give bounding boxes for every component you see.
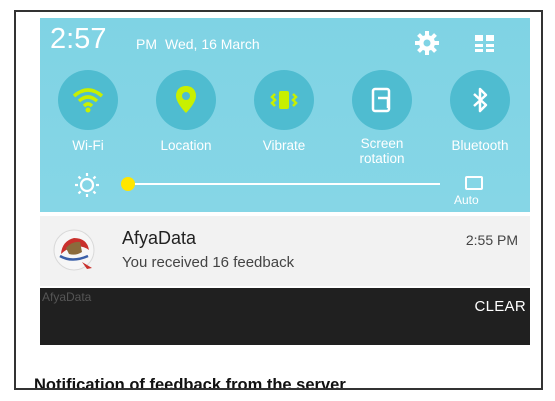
toggle-vibrate-label: Vibrate — [262, 138, 306, 153]
gear-icon[interactable] — [414, 30, 440, 56]
brightness-sun-icon — [75, 173, 99, 197]
wifi-icon — [72, 88, 104, 113]
toggle-vibrate-circle — [254, 70, 314, 130]
notification-shade: 2:57 PM Wed, 16 March Wi-Fi Location Vib… — [40, 18, 530, 212]
notification-message: You received 16 feedback — [122, 254, 295, 271]
brightness-slider-track[interactable] — [128, 183, 440, 185]
bluetooth-icon — [473, 87, 488, 113]
toggle-bluetooth-label: Bluetooth — [451, 138, 509, 153]
toggle-bluetooth-circle — [450, 70, 510, 130]
footer-app-label: AfyaData — [42, 290, 92, 304]
phone-screen: 2:57 PM Wed, 16 March Wi-Fi Location Vib… — [40, 18, 530, 345]
figure-frame: 2:57 PM Wed, 16 March Wi-Fi Location Vib… — [14, 10, 543, 390]
grid-icon[interactable] — [474, 33, 496, 55]
toggle-wifi-label: Wi-Fi — [72, 138, 104, 153]
toggle-screen-rotation-label: Screen rotation — [359, 136, 405, 166]
toggle-location-label: Location — [160, 138, 212, 153]
clock-time: 2:57 — [50, 23, 107, 55]
vibrate-icon — [270, 91, 298, 109]
afyadata-app-icon — [53, 229, 95, 271]
screen-rotation-icon — [371, 87, 391, 113]
auto-brightness-checkbox[interactable] — [465, 176, 483, 190]
notification-footer: AfyaData CLEAR — [40, 288, 530, 345]
notification-time: 2:55 PM — [465, 232, 518, 248]
auto-brightness-label: Auto — [454, 193, 479, 207]
clear-button[interactable]: CLEAR — [474, 298, 526, 315]
location-pin-icon — [176, 86, 196, 113]
quick-toggles: Wi-Fi Location Vibrate Screen rotation B… — [40, 70, 530, 170]
brightness-row: Auto — [40, 166, 530, 210]
clock-ampm: PM — [136, 36, 157, 52]
toggle-screen-rotation-circle — [352, 70, 412, 130]
brightness-slider-knob[interactable] — [121, 177, 135, 191]
toggle-wifi-circle — [58, 70, 118, 130]
status-bar: 2:57 PM Wed, 16 March — [40, 18, 530, 62]
notification-app-name: AfyaData — [122, 228, 197, 248]
toggle-location-circle — [156, 70, 216, 130]
clock-date: Wed, 16 March — [165, 36, 260, 52]
notification-card[interactable]: AfyaData You received 16 feedback 2:55 P… — [40, 216, 530, 286]
figure-caption: Notification of feedback from the server — [34, 376, 346, 390]
